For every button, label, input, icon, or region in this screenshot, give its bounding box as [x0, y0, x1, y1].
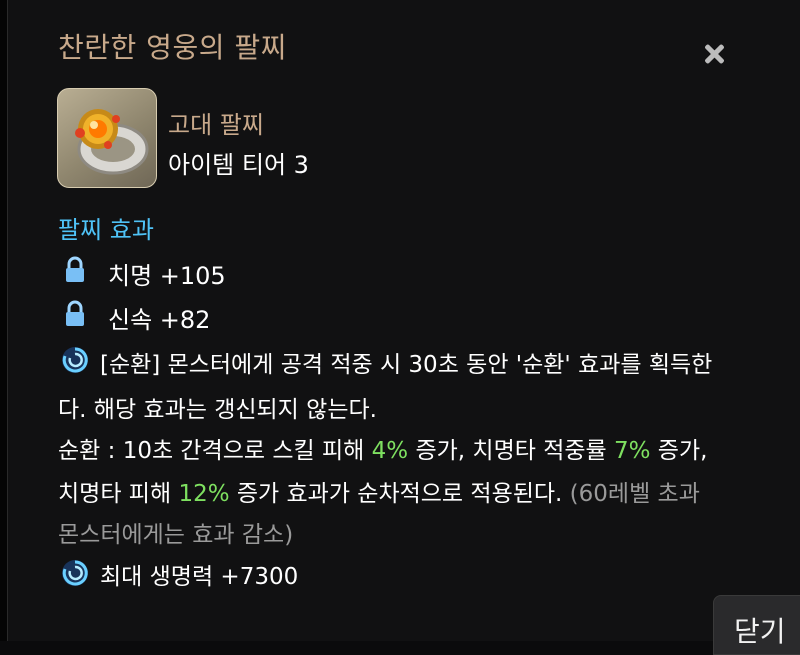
bracelet-icon	[57, 88, 157, 188]
special-line-4: 치명타 피해 12% 증가 효과가 순차적으로 적용된다. (60레벨 초과	[58, 474, 700, 508]
special-line-1: [순환] 몬스터에게 공격 적중 시 30초 동안 '순환' 효과를 획득한	[100, 352, 713, 378]
stat-crit: 치명 +105	[108, 262, 226, 290]
special-text: 증가, 치명타 적중률	[408, 438, 614, 464]
special-text: 증가,	[650, 438, 708, 464]
item-name: 찬란한 영웅의 팔찌	[58, 31, 287, 64]
swirl-orb-icon	[60, 345, 90, 375]
value-highlight: 7%	[614, 438, 651, 464]
lock-icon	[64, 300, 86, 328]
panel-edge	[0, 0, 8, 641]
stat-max-hp: 최대 생명력 +7300	[100, 564, 299, 590]
special-line-3: 순환 : 10초 간격으로 스킬 피해 4% 증가, 치명타 적중률 7% 증가…	[58, 431, 707, 465]
item-grade-type: 고대 팔찌	[168, 111, 264, 139]
special-text: 치명타 피해	[58, 481, 179, 507]
value-highlight: 4%	[371, 438, 409, 464]
close-button-label: 닫기	[734, 615, 786, 648]
value-highlight: 12%	[178, 481, 230, 507]
item-tooltip-panel: 찬란한 영웅의 팔찌 고대 팔찌 아이템 티어 3 팔찌 효과 치명 +105 …	[0, 0, 800, 655]
lock-icon	[64, 256, 86, 284]
level-note: (60레벨 초과	[569, 481, 700, 507]
special-line-5: 몬스터에게는 효과 감소)	[58, 522, 294, 548]
close-icon[interactable]	[700, 40, 728, 68]
section-title: 팔찌 효과	[58, 216, 154, 244]
close-button[interactable]: 닫기	[713, 595, 800, 655]
special-line-2: 다. 해당 효과는 갱신되지 않는다.	[58, 397, 377, 423]
item-tier: 아이템 티어 3	[168, 151, 309, 179]
stat-swiftness: 신속 +82	[108, 306, 211, 334]
swirl-orb-icon	[60, 558, 90, 588]
special-text: 순환 : 10초 간격으로 스킬 피해	[58, 438, 372, 464]
special-text: 증가 효과가 순차적으로 적용된다.	[229, 481, 570, 507]
